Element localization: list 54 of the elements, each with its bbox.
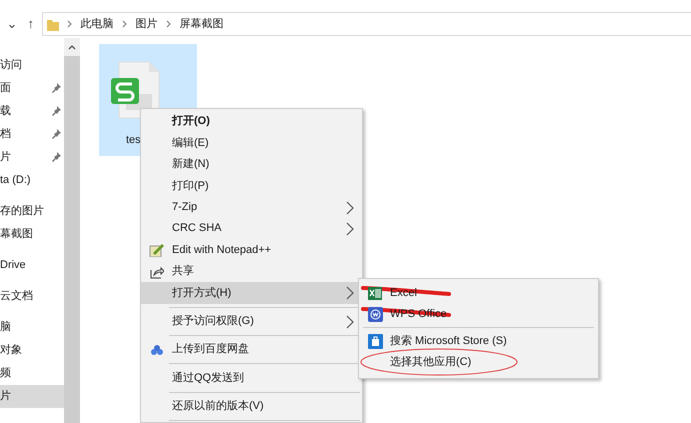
breadcrumb[interactable]: 图片 xyxy=(136,16,158,32)
chevron-right-icon xyxy=(346,314,354,329)
address-bar[interactable]: 此电脑 图片 屏幕截图 xyxy=(42,12,691,36)
menu-item[interactable]: 还原以前的版本(V) xyxy=(141,396,362,418)
breadcrumb[interactable]: 此电脑 xyxy=(80,16,114,32)
nav-item[interactable]: 存的图片 xyxy=(0,200,64,223)
menu-item[interactable]: 共享 xyxy=(141,260,362,282)
chevron-right-icon xyxy=(346,200,354,215)
nav-item[interactable]: 载 xyxy=(0,100,64,123)
chevron-icon xyxy=(122,20,128,28)
menu-item[interactable]: 通过QQ发送到 xyxy=(141,367,362,389)
pin-icon xyxy=(52,83,61,93)
pin-icon xyxy=(52,129,61,139)
chevron-icon xyxy=(166,20,172,28)
file-name: tes xyxy=(126,133,141,148)
notepad-icon xyxy=(149,243,164,258)
menu-item[interactable]: 授予访问权限(G) xyxy=(141,310,362,332)
share-icon xyxy=(149,264,164,279)
nav-item[interactable]: 面 xyxy=(0,77,64,100)
nav-item[interactable]: 片 xyxy=(0,146,64,169)
cloud-icon xyxy=(149,342,164,356)
document-app-icon xyxy=(368,306,383,322)
folder-icon xyxy=(46,18,58,30)
pin-icon xyxy=(52,106,61,116)
spreadsheet-icon xyxy=(368,286,382,300)
menu-item[interactable]: CRC SHA xyxy=(141,218,362,240)
up-button[interactable]: ↑ xyxy=(22,14,39,34)
menu-item[interactable]: 新建(N) xyxy=(141,154,362,176)
menu-item[interactable]: 打开(O) xyxy=(141,111,362,132)
chevron-right-icon xyxy=(346,286,354,300)
chevron-icon xyxy=(66,20,72,28)
menu-item[interactable]: 7-Zip xyxy=(141,196,362,218)
scroll-up-icon xyxy=(68,44,76,50)
menu-item[interactable]: 上传到百度网盘 xyxy=(141,338,362,360)
nav-item[interactable]: 云文档 xyxy=(0,285,64,308)
menu-item[interactable]: 打印(P) xyxy=(141,175,362,197)
pin-icon xyxy=(52,152,61,162)
nav-item[interactable]: 访问 xyxy=(0,54,64,77)
menu-item[interactable]: 编辑(E) xyxy=(141,132,362,154)
dropdown-button[interactable]: ⌄ xyxy=(4,14,20,34)
nav-item[interactable]: 频 xyxy=(0,362,64,385)
nav-item[interactable]: Drive xyxy=(0,254,64,277)
nav-item[interactable]: 对象 xyxy=(0,339,64,362)
nav-item[interactable]: ta (D:) xyxy=(0,169,64,192)
nav-item[interactable]: 幕截图 xyxy=(0,223,64,246)
menu-item[interactable]: 选择其他应用(C) xyxy=(359,352,598,372)
menu-item[interactable]: 搜索 Microsoft Store (S) xyxy=(359,331,598,352)
nav-item[interactable]: 脑 xyxy=(0,316,64,339)
chevron-right-icon xyxy=(346,222,354,236)
breadcrumb[interactable]: 屏幕截图 xyxy=(180,16,224,32)
menu-item[interactable]: Edit with Notepad++ xyxy=(141,239,362,261)
shopping-bag-icon xyxy=(368,334,383,349)
nav-item[interactable]: 档 xyxy=(0,123,64,146)
nav-item[interactable]: 片 xyxy=(0,385,64,408)
